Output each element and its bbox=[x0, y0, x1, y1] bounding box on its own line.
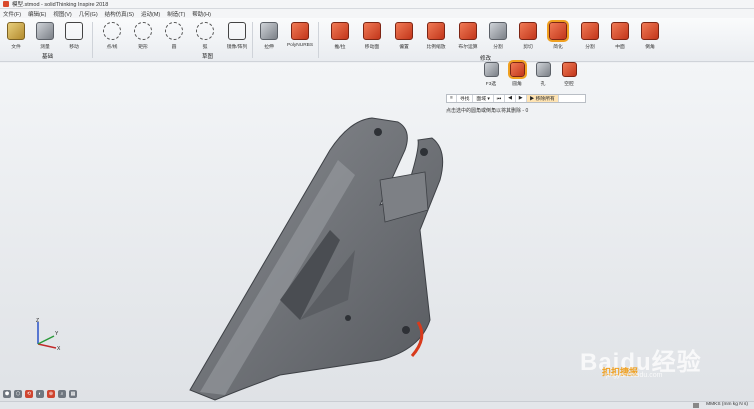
next-button[interactable]: ▶ bbox=[516, 95, 527, 102]
menu-bar: 文件(F) 编辑(E) 视图(V) 几何(G) 结构仿真(S) 运动(M) 制造… bbox=[0, 9, 754, 18]
tool-move-face[interactable]: 移动面 bbox=[358, 22, 386, 50]
zoom-fit-icon[interactable]: ⌕ bbox=[58, 390, 66, 398]
sub-tool-cavity[interactable]: 空腔 bbox=[558, 62, 580, 94]
extrude-icon bbox=[260, 22, 278, 40]
unit-system-selector[interactable]: MMKS (mm kg N s) bbox=[706, 402, 748, 407]
status-bar: MMKS (mm kg N s) bbox=[0, 401, 754, 409]
axis-y-label: Y bbox=[55, 331, 59, 337]
title-bar: 模型.stmod - solidThinking Inspire 2018 bbox=[0, 0, 754, 9]
move-face-icon bbox=[363, 22, 381, 40]
tool-cut[interactable]: 剪切 bbox=[514, 22, 542, 50]
boolean-icon bbox=[459, 22, 477, 40]
ribbon-separator bbox=[318, 22, 319, 58]
ribbon-toolbar: 文件 测量 移动 基础 点/线 矩形 圆 弧 草图 镜像/阵列 拉伸 PolyN… bbox=[0, 18, 754, 62]
tool-split-body[interactable]: 分割 bbox=[576, 22, 604, 50]
remove-all-button[interactable]: ▶ 移除所有 bbox=[526, 95, 559, 102]
axis-z-label: Z bbox=[36, 318, 39, 324]
axis-x-label: X bbox=[57, 346, 61, 352]
tool-polynurbs[interactable]: PolyNURBS bbox=[286, 22, 314, 48]
cut-icon bbox=[519, 22, 537, 40]
offset-icon bbox=[395, 22, 413, 40]
tool-offset[interactable]: 偏置 bbox=[390, 22, 418, 50]
folder-icon bbox=[7, 22, 25, 40]
section-icon[interactable]: ▦ bbox=[69, 390, 77, 398]
axis-triad[interactable]: Z X Y bbox=[32, 318, 66, 352]
first-button[interactable]: ⏮ bbox=[494, 95, 506, 102]
sub-tool-hole[interactable]: 孔 bbox=[532, 62, 554, 94]
midsurface-icon bbox=[611, 22, 629, 40]
shading-icon[interactable]: ◐ bbox=[36, 390, 44, 398]
mirror-icon bbox=[228, 22, 246, 40]
wireframe-icon[interactable]: ⬡ bbox=[14, 390, 22, 398]
group-label-basic: 基础 bbox=[42, 54, 54, 60]
iso-view-icon[interactable]: ⬢ bbox=[3, 390, 11, 398]
menu-edit[interactable]: 编辑(E) bbox=[28, 10, 46, 18]
tool-extrude[interactable]: 拉伸 bbox=[255, 22, 283, 50]
hole-icon bbox=[535, 62, 551, 77]
tool-chamfer[interactable]: 倒角 bbox=[636, 22, 664, 50]
menu-help[interactable]: 帮助(H) bbox=[192, 10, 211, 18]
tool-simplify[interactable]: 简化 bbox=[544, 20, 572, 50]
sub-toolbar-label: 修改 bbox=[480, 56, 492, 62]
select-icon bbox=[483, 62, 499, 77]
tool-midsurface[interactable]: 中面 bbox=[606, 22, 634, 50]
menu-structures[interactable]: 结构仿真(S) bbox=[105, 10, 134, 18]
tool-arc[interactable]: 弧 bbox=[191, 22, 219, 50]
measure-icon bbox=[36, 22, 54, 40]
window-title: 模型.stmod - solidThinking Inspire 2018 bbox=[12, 2, 109, 8]
rectangle-icon bbox=[134, 22, 152, 40]
menu-view[interactable]: 视图(V) bbox=[53, 10, 71, 18]
tool-measure[interactable]: 测量 bbox=[31, 22, 59, 50]
point-line-icon bbox=[103, 22, 121, 40]
tool-rectangle[interactable]: 矩形 bbox=[129, 22, 157, 50]
ribbon-separator bbox=[92, 22, 93, 58]
sub-tool-fillet[interactable]: 圆角 bbox=[506, 60, 528, 94]
guide-menu-button[interactable]: ≡ bbox=[447, 95, 457, 102]
move-icon bbox=[65, 22, 83, 40]
arc-icon bbox=[196, 22, 214, 40]
prev-button[interactable]: ◀ bbox=[505, 95, 516, 102]
circle-icon bbox=[165, 22, 183, 40]
menu-manufacturing[interactable]: 制造(T) bbox=[167, 10, 185, 18]
tool-push-pull[interactable]: 推/拉 bbox=[326, 22, 354, 50]
monitor-icon bbox=[693, 403, 699, 408]
push-pull-icon bbox=[331, 22, 349, 40]
chamfer-icon bbox=[641, 22, 659, 40]
tool-file[interactable]: 文件 bbox=[2, 22, 30, 50]
menu-motion[interactable]: 运动(M) bbox=[141, 10, 160, 18]
fillet-icon bbox=[507, 60, 527, 79]
find-button[interactable]: 寻找 bbox=[457, 95, 474, 102]
menu-geometry[interactable]: 几何(G) bbox=[79, 10, 98, 18]
guide-bar: ≡ 寻找 面域 ▾ ⏮ ◀ ▶ ▶ 移除所有 bbox=[446, 94, 586, 103]
zoom-icon[interactable]: ⊕ bbox=[47, 390, 55, 398]
fillet-sub-toolbar: F3选 圆角 孔 空腔 bbox=[480, 60, 580, 94]
split-icon bbox=[489, 22, 507, 40]
split-body-icon bbox=[581, 22, 599, 40]
simplify-icon bbox=[547, 20, 569, 42]
rotate-icon[interactable]: ⟲ bbox=[25, 390, 33, 398]
tool-scale[interactable]: 比例缩放 bbox=[422, 22, 450, 50]
tool-mirror[interactable]: 镜像/阵列 bbox=[223, 22, 251, 50]
scale-icon bbox=[427, 22, 445, 40]
tool-boolean[interactable]: 布尔运算 bbox=[454, 22, 482, 50]
group-label-sketch: 草图 bbox=[202, 54, 214, 60]
polynurbs-icon bbox=[291, 22, 309, 40]
watermark-url: jingyan.baidu.com bbox=[606, 372, 663, 379]
ribbon-separator bbox=[252, 22, 253, 58]
cavity-icon bbox=[561, 62, 577, 77]
view-toolbar: ⬢ ⬡ ⟲ ◐ ⊕ ⌕ ▦ bbox=[3, 390, 77, 398]
region-dropdown[interactable]: 面域 ▾ bbox=[473, 95, 494, 102]
tool-move[interactable]: 移动 bbox=[60, 22, 88, 50]
sub-tool-select[interactable]: F3选 bbox=[480, 62, 502, 94]
app-logo-icon bbox=[3, 1, 9, 7]
menu-file[interactable]: 文件(F) bbox=[3, 10, 21, 18]
tool-point-line[interactable]: 点/线 bbox=[98, 22, 126, 50]
tool-split[interactable]: 分割 bbox=[484, 22, 512, 50]
hint-message: 点击选中的圆角或倒角以将其删除 - 0 bbox=[446, 108, 529, 114]
tool-circle[interactable]: 圆 bbox=[160, 22, 188, 50]
